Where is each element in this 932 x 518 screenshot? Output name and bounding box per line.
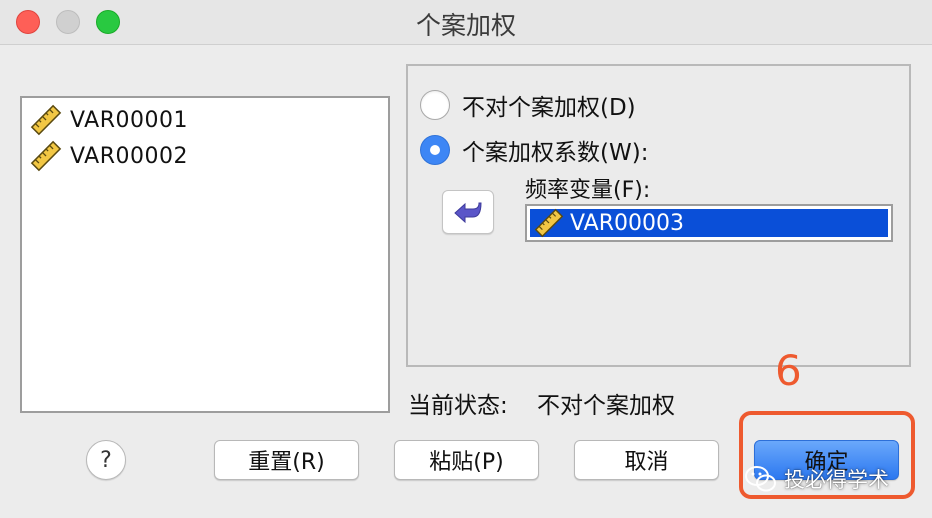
wechat-icon [745, 466, 776, 492]
radio-do-not-weight-label: 不对个案加权(D) [462, 95, 636, 121]
status-label: 当前状态: [408, 393, 508, 419]
arrow-left-icon [454, 202, 482, 224]
variable-list[interactable]: VAR00001 VAR00002 [20, 96, 390, 413]
watermark: 投必得学术 [744, 462, 889, 496]
help-button[interactable]: ? [86, 440, 126, 480]
radio-button-unselected[interactable] [420, 90, 450, 120]
ruler-icon [30, 104, 62, 136]
cancel-button[interactable]: 取消 [574, 440, 719, 480]
step-number-annotation: 6 [775, 346, 802, 395]
frequency-variable-name: VAR00003 [570, 210, 684, 236]
variable-name: VAR00002 [70, 143, 188, 169]
watermark-text: 投必得学术 [784, 468, 889, 492]
radio-weight-by-label: 个案加权系数(W): [462, 140, 649, 166]
title-bar: 个案加权 [0, 0, 932, 45]
list-item[interactable]: VAR00001 [30, 104, 188, 136]
radio-do-not-weight[interactable]: 不对个案加权(D) [420, 88, 636, 122]
ruler-icon [534, 208, 564, 238]
ruler-icon [30, 140, 62, 172]
move-variable-button[interactable] [442, 190, 494, 234]
selected-frequency-variable[interactable]: VAR00003 [530, 208, 888, 238]
window-title: 个案加权 [415, 11, 516, 40]
weighting-options-panel: 不对个案加权(D) 个案加权系数(W): 频率变量(F): VAR00003 [406, 64, 911, 367]
radio-weight-by[interactable]: 个案加权系数(W): [420, 133, 648, 167]
variable-name: VAR00001 [70, 107, 188, 133]
frequency-variable-field[interactable]: VAR00003 [525, 204, 893, 242]
radio-button-selected[interactable] [420, 135, 450, 165]
paste-button[interactable]: 粘贴(P) [394, 440, 539, 480]
status-value: 不对个案加权 [537, 393, 675, 419]
frequency-variable-label: 频率变量(F): [525, 178, 651, 203]
list-item[interactable]: VAR00002 [30, 140, 188, 172]
reset-button[interactable]: 重置(R) [214, 440, 359, 480]
